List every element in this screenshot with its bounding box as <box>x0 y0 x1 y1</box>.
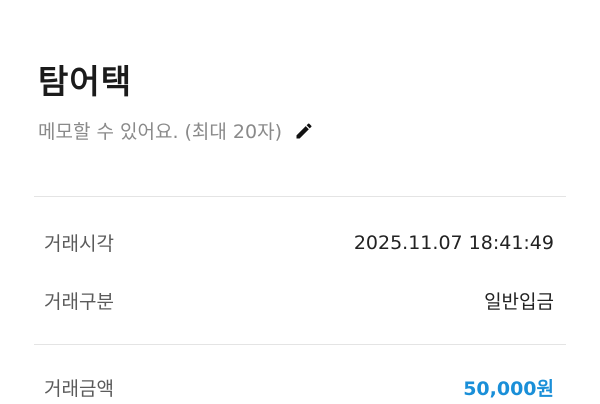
amount-label: 거래금액 <box>44 378 114 400</box>
amount-value: 50,000원 <box>463 378 554 400</box>
pencil-icon[interactable] <box>294 121 314 141</box>
memo-placeholder: 메모할 수 있어요. (최대 20자) <box>38 121 283 143</box>
detail-value: 일반입금 <box>484 291 554 313</box>
detail-value: 2025.11.07 18:41:49 <box>353 231 554 254</box>
section-divider <box>34 344 566 345</box>
detail-label: 거래시각 <box>44 233 114 255</box>
memo-edit-row[interactable]: 메모할 수 있어요. (최대 20자) <box>38 117 314 144</box>
page-title: 탐어택 <box>38 62 133 101</box>
section-divider <box>34 196 566 197</box>
detail-row-amount: 거래금액 50,000원 <box>44 374 554 401</box>
detail-row-type: 거래구분 일반입금 <box>44 287 554 314</box>
detail-row-time: 거래시각 2025.11.07 18:41:49 <box>44 229 554 256</box>
detail-label: 거래구분 <box>44 291 114 313</box>
